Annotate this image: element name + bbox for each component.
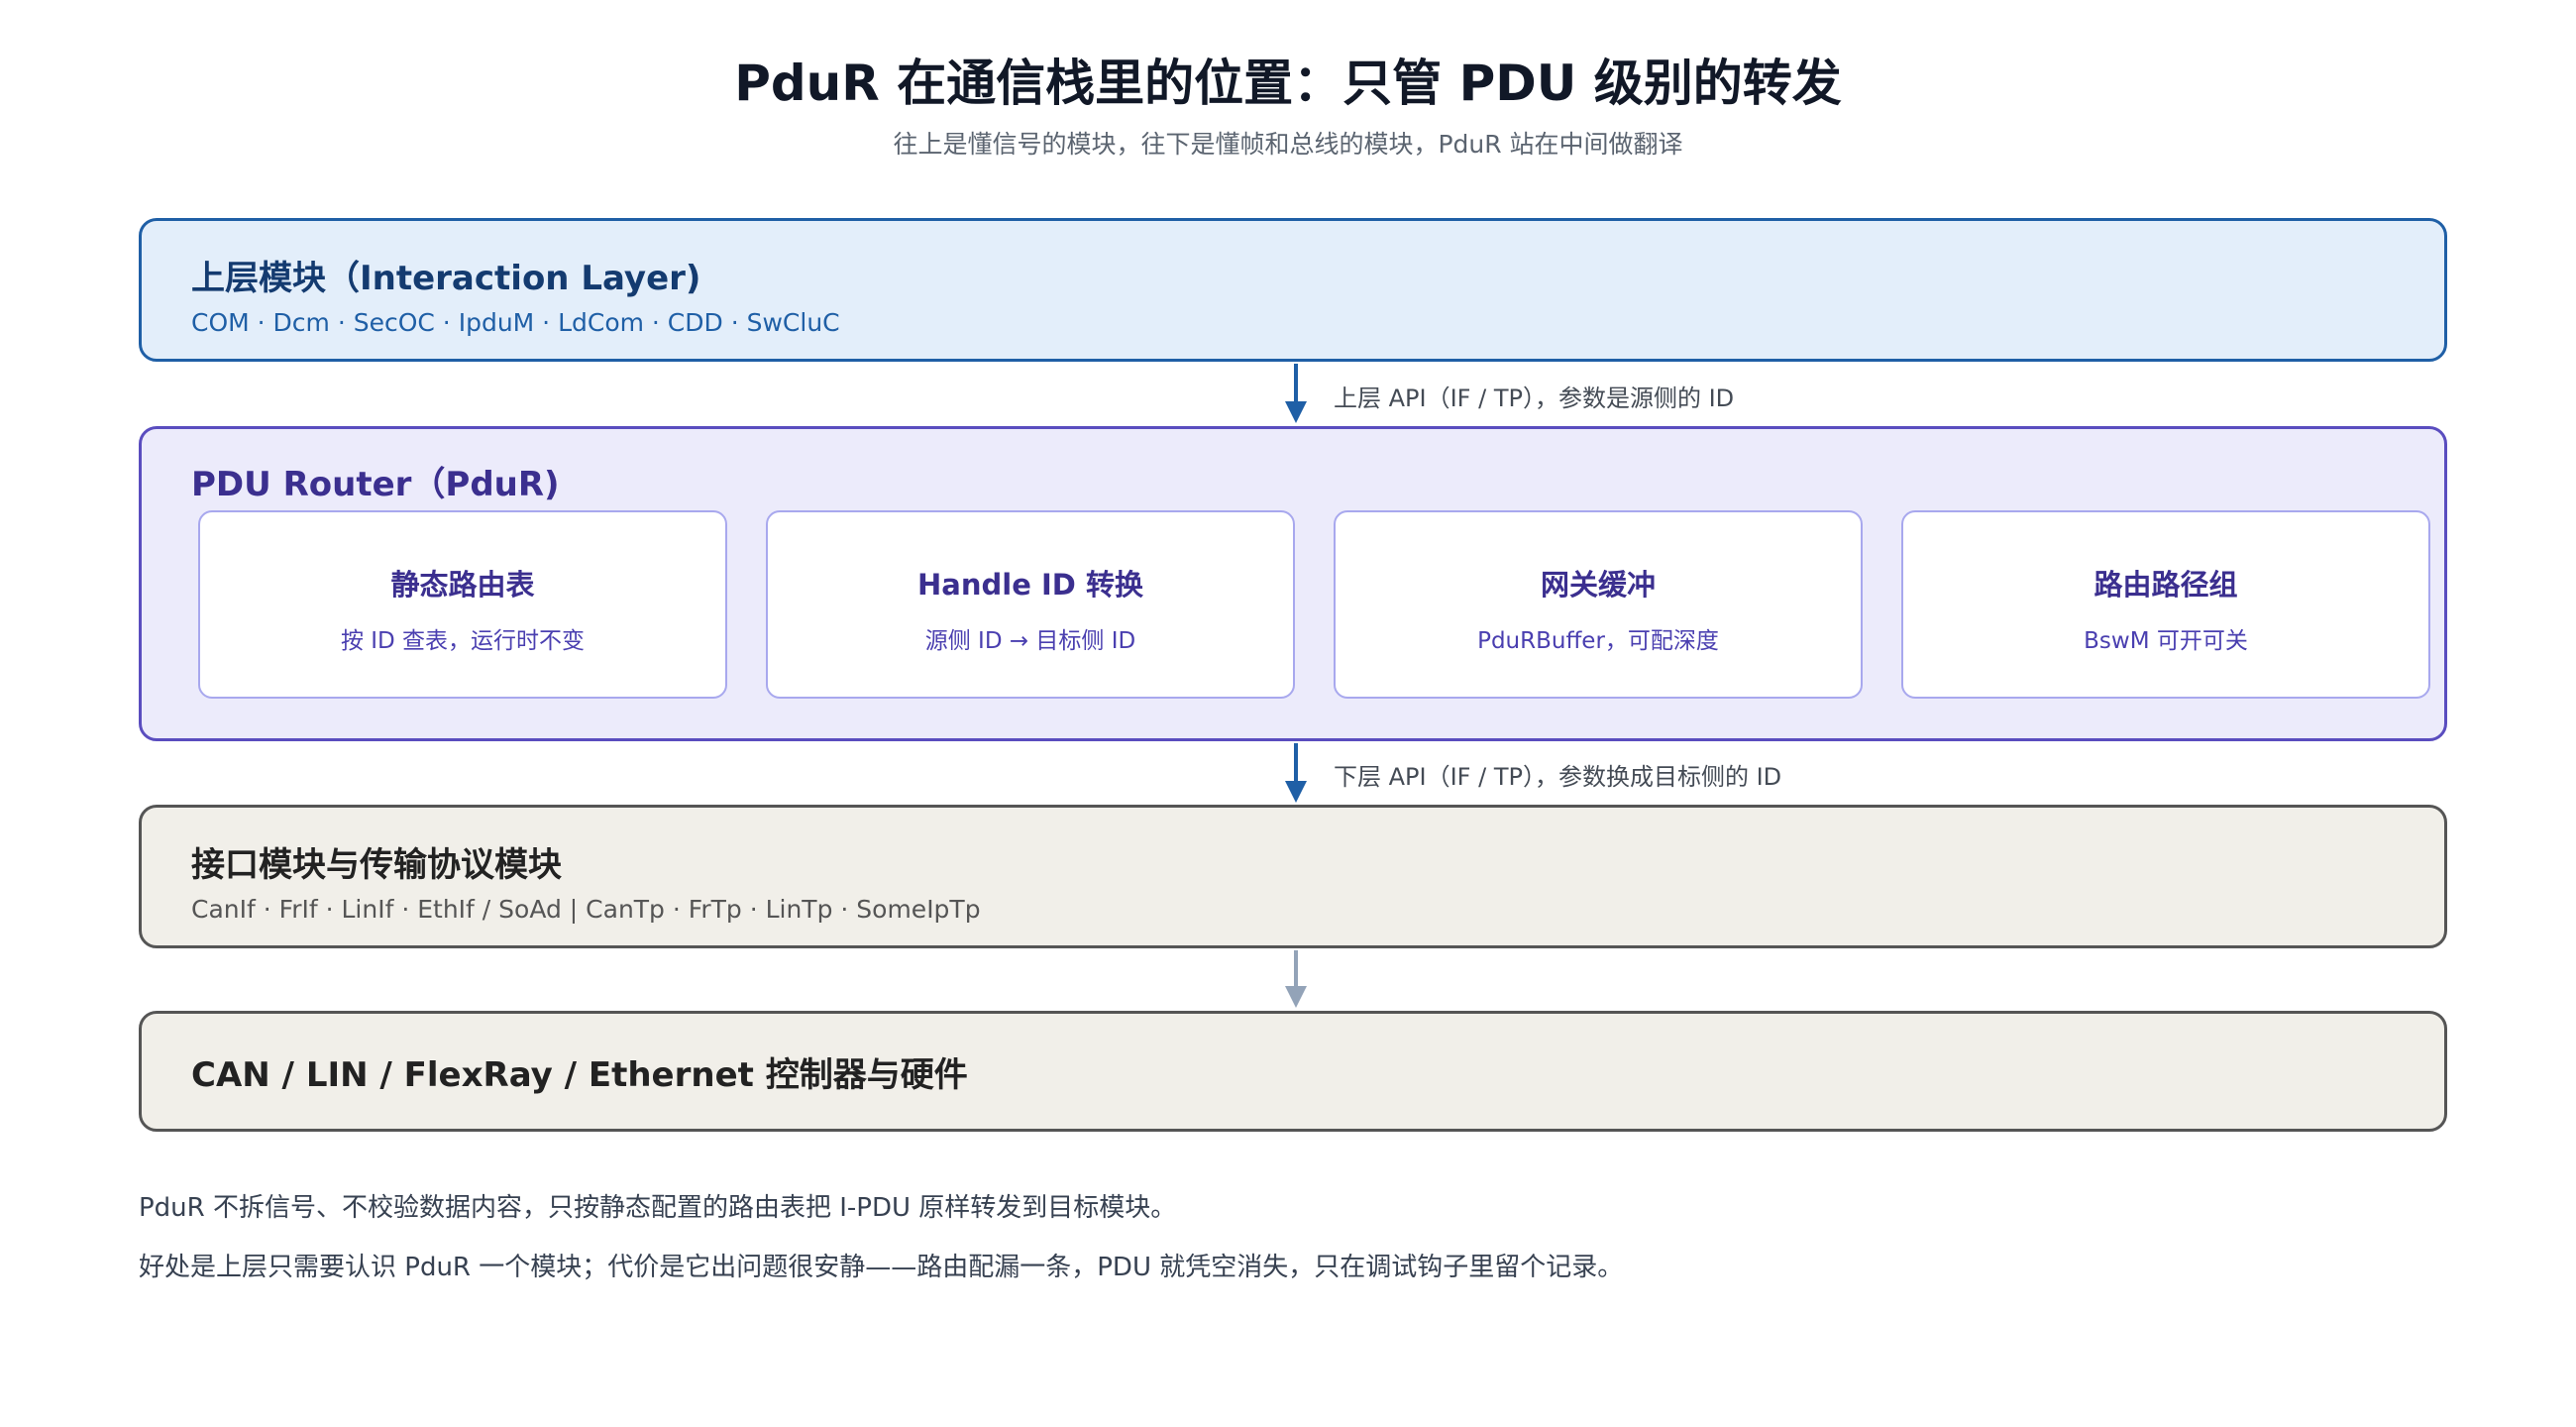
card-desc: 按 ID 查表，运行时不变 <box>340 628 586 654</box>
upper-layer-heading: 上层模块（Interaction Layer) <box>191 259 701 298</box>
hardware-layer-box: CAN / LIN / FlexRay / Ethernet 控制器与硬件 <box>139 1011 2447 1132</box>
down-arrow-interface-to-hardware <box>1285 950 1307 1008</box>
pdur-layer-heading: PDU Router（PduR) <box>191 465 560 504</box>
card-title: 网关缓冲 <box>1540 568 1656 602</box>
card-title: Handle ID 转换 <box>917 568 1143 602</box>
card-title: 路由路径组 <box>2093 568 2238 602</box>
pdur-layer-box: PDU Router（PduR) 静态路由表 按 ID 查表，运行时不变 Han… <box>139 426 2447 741</box>
interface-layer-heading: 接口模块与传输协议模块 <box>191 845 562 885</box>
page-subtitle: 往上是懂信号的模块，往下是懂帧和总线的模块，PduR 站在中间做翻译 <box>893 130 1683 159</box>
card-static-routing-table: 静态路由表 按 ID 查表，运行时不变 <box>198 510 727 699</box>
upper-api-label: 上层 API（IF / TP），参数是源侧的 ID <box>1334 384 1735 412</box>
card-handle-id-conversion: Handle ID 转换 源侧 ID → 目标侧 ID <box>766 510 1295 699</box>
upper-layer-box: 上层模块（Interaction Layer) COM · Dcm · SecO… <box>139 218 2447 362</box>
card-desc: BswM 可开可关 <box>2084 628 2248 654</box>
hardware-layer-heading: CAN / LIN / FlexRay / Ethernet 控制器与硬件 <box>191 1055 968 1095</box>
card-desc: PduRBuffer，可配深度 <box>1477 628 1719 654</box>
down-arrow-upper-to-pdur <box>1285 364 1307 423</box>
note-line-1: PduR 不拆信号、不校验数据内容，只按静态配置的路由表把 I-PDU 原样转发… <box>139 1193 1177 1223</box>
lower-api-label: 下层 API（IF / TP），参数换成目标侧的 ID <box>1334 763 1782 791</box>
interface-layer-box: 接口模块与传输协议模块 CanIf · FrIf · LinIf · EthIf… <box>139 805 2447 948</box>
page-title: PduR 在通信栈里的位置：只管 PDU 级别的转发 <box>734 55 1842 112</box>
card-gateway-buffer: 网关缓冲 PduRBuffer，可配深度 <box>1334 510 1863 699</box>
upper-layer-modules: COM · Dcm · SecOC · IpduM · LdCom · CDD … <box>191 308 840 337</box>
card-routing-path-group: 路由路径组 BswM 可开可关 <box>1901 510 2430 699</box>
card-desc: 源侧 ID → 目标侧 ID <box>924 628 1136 654</box>
down-arrow-pdur-to-interface <box>1285 743 1307 803</box>
interface-layer-modules: CanIf · FrIf · LinIf · EthIf / SoAd | Ca… <box>191 895 981 924</box>
note-line-2: 好处是上层只需要认识 PduR 一个模块；代价是它出问题很安静——路由配漏一条，… <box>139 1253 1624 1282</box>
card-title: 静态路由表 <box>390 568 535 602</box>
